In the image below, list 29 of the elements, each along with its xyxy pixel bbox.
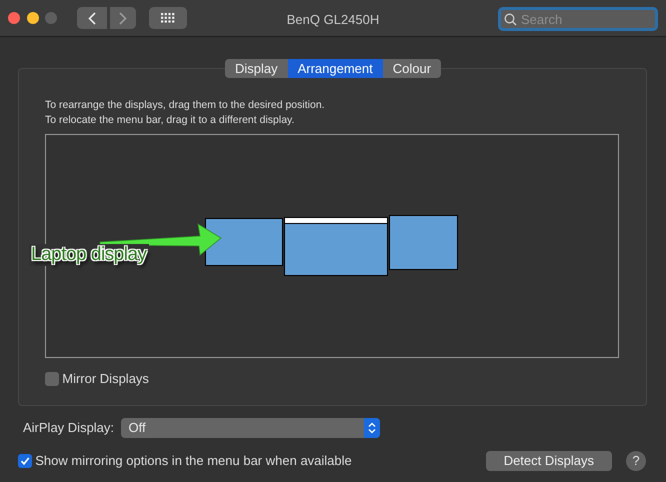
forward-chevron-icon <box>118 12 127 24</box>
grid-icon <box>160 13 175 23</box>
search-icon <box>504 13 517 26</box>
forward-button[interactable] <box>110 7 136 29</box>
airplay-dropdown[interactable]: Off <box>120 418 380 438</box>
help-button[interactable]: ? <box>626 451 646 471</box>
annotation-label: Laptop display <box>29 244 149 266</box>
close-button[interactable] <box>8 12 20 24</box>
field-label: AirPlay Display: <box>23 419 114 438</box>
checkbox[interactable] <box>18 454 32 468</box>
window-title: BenQ GL2450H <box>286 11 380 29</box>
instruction-text: To relocate the menu bar, drag it to a different display. <box>45 113 296 128</box>
tab[interactable]: Colour <box>382 59 442 78</box>
checkbox-label: Show mirroring options in the menu bar when available <box>35 452 352 470</box>
tab[interactable]: Arrangement <box>288 59 383 78</box>
display-rectangle[interactable] <box>205 218 283 266</box>
show-all-button[interactable] <box>148 7 187 29</box>
chevron-icon <box>368 422 376 434</box>
minimize-button[interactable] <box>26 12 38 24</box>
back-button[interactable] <box>76 7 106 29</box>
display-rectangle[interactable] <box>284 217 388 276</box>
checkbox-label: Mirror Displays <box>62 370 149 388</box>
checkbox[interactable] <box>45 372 59 386</box>
menu-bar-strip[interactable] <box>285 218 387 224</box>
detect-displays-button[interactable]: Detect Displays <box>486 451 612 471</box>
back-chevron-icon <box>88 12 96 24</box>
display-rectangle[interactable] <box>389 215 458 270</box>
tab[interactable]: Display <box>224 59 288 78</box>
instruction-text: To rearrange the displays, drag them to the desired position. <box>45 98 325 113</box>
